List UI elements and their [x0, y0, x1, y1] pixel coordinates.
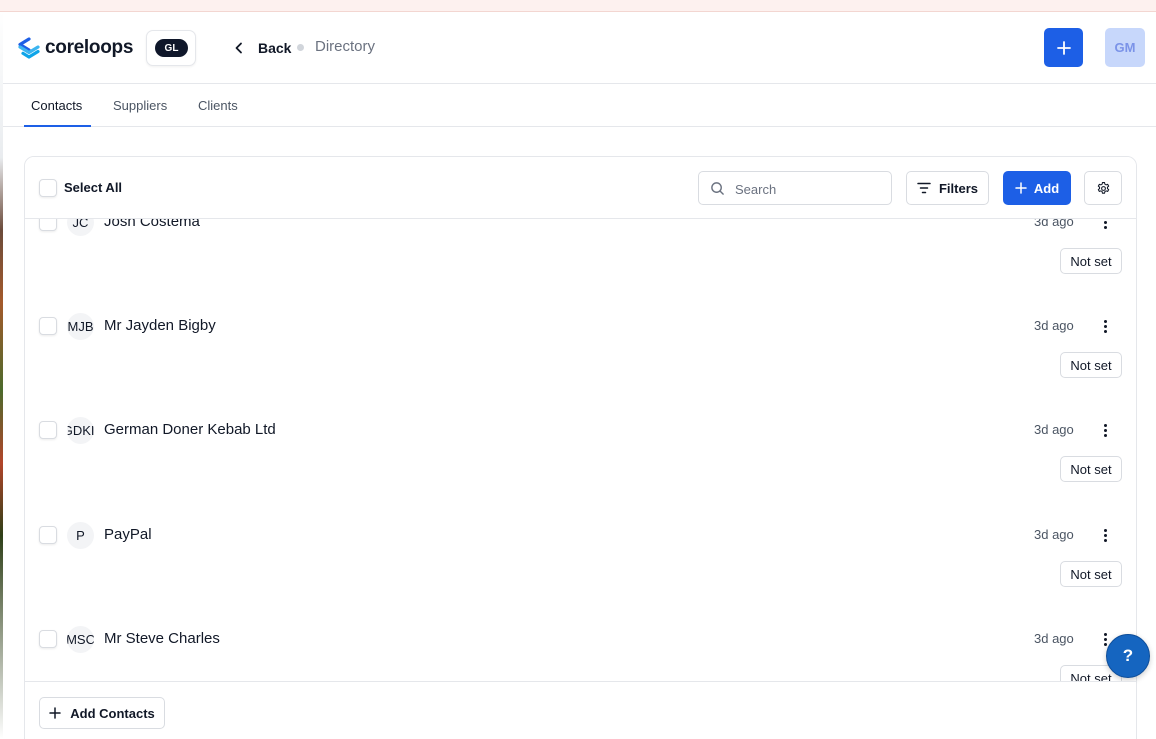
tab-suppliers[interactable]: Suppliers [113, 98, 167, 113]
contact-initials-avatar: MJB [67, 313, 94, 340]
directory-tabs: Contacts Suppliers Clients [3, 84, 1156, 127]
add-button[interactable]: Add [1003, 171, 1071, 205]
search-input[interactable] [735, 180, 885, 198]
select-all-checkbox[interactable] [39, 179, 57, 197]
top-notification-strip [0, 0, 1156, 12]
plus-icon [1015, 182, 1027, 194]
tab-clients[interactable]: Clients [198, 98, 238, 113]
page-title: Directory [315, 38, 376, 55]
select-all-label: Select All [64, 180, 123, 195]
back-button[interactable]: Back [231, 38, 291, 58]
contact-updated-time: 3d ago [1034, 422, 1074, 437]
kebab-menu-icon[interactable] [1098, 419, 1112, 441]
logo[interactable]: coreloops [17, 36, 133, 60]
add-contacts-label: Add Contacts [70, 705, 155, 721]
org-initials-badge: GL [155, 39, 188, 57]
organization-switcher[interactable]: GL [146, 30, 196, 66]
search-box [698, 171, 892, 205]
row-checkbox[interactable] [39, 317, 57, 335]
breadcrumb-separator [297, 44, 304, 51]
filters-label: Filters [938, 180, 978, 196]
filters-button[interactable]: Filters [906, 171, 989, 205]
row-checkbox[interactable] [39, 630, 57, 648]
contact-name[interactable]: Mr Jayden Bigby [104, 317, 216, 334]
contact-row[interactable]: MJB Mr Jayden Bigby 3d ago Not set [25, 313, 1136, 421]
contact-name[interactable]: Mr Steve Charles [104, 630, 220, 647]
coreloops-logo-icon [18, 37, 40, 59]
create-new-button[interactable] [1044, 28, 1083, 67]
contact-updated-time: 3d ago [1034, 318, 1074, 333]
plus-icon [1056, 40, 1071, 55]
app-header: coreloops GL Back Directory GM [3, 12, 1156, 84]
kebab-menu-icon[interactable] [1098, 315, 1112, 337]
contact-row[interactable]: MSC Mr Steve Charles 3d ago Not set [25, 626, 1136, 681]
kebab-menu-icon[interactable] [1098, 524, 1112, 546]
logo-text: coreloops [45, 37, 134, 58]
contact-initials-avatar: MSC [67, 626, 94, 653]
status-badge[interactable]: Not set [1060, 248, 1122, 274]
contacts-list: JC Josh Costema 3d ago Not set MJB Mr Ja… [25, 157, 1136, 681]
contact-row[interactable]: GDKL German Doner Kebab Ltd 3d ago Not s… [25, 417, 1136, 525]
contact-initials-avatar: GDKL [67, 417, 94, 444]
row-checkbox[interactable] [39, 526, 57, 544]
contact-updated-time: 3d ago [1034, 631, 1074, 646]
row-checkbox[interactable] [39, 421, 57, 439]
settings-button[interactable] [1084, 171, 1122, 205]
user-avatar[interactable]: GM [1105, 28, 1145, 67]
status-badge[interactable]: Not set [1060, 456, 1122, 482]
search-icon [711, 182, 724, 195]
contact-initials-avatar: P [67, 522, 94, 549]
active-tab-indicator [24, 125, 91, 127]
status-badge[interactable]: Not set [1060, 561, 1122, 587]
help-button[interactable]: ? [1106, 634, 1150, 678]
add-label: Add [1033, 180, 1060, 196]
filter-icon [917, 182, 931, 194]
contact-name[interactable]: German Doner Kebab Ltd [104, 421, 276, 438]
add-contacts-button[interactable]: Add Contacts [39, 697, 165, 729]
contacts-toolbar: Select All Filters Add [25, 157, 1136, 219]
chevron-left-icon [235, 42, 242, 54]
gear-icon [1097, 181, 1109, 194]
status-badge[interactable]: Not set [1060, 352, 1122, 378]
contacts-card: Select All Filters Add [24, 156, 1137, 739]
contact-row[interactable]: JC Josh Costema 3d ago Not set [25, 209, 1136, 317]
contact-updated-time: 3d ago [1034, 527, 1074, 542]
contacts-footer: Add Contacts [25, 681, 1136, 739]
back-label: Back [258, 40, 292, 56]
plus-icon [49, 707, 61, 719]
contact-row[interactable]: P PayPal 3d ago Not set [25, 522, 1136, 630]
tab-contacts[interactable]: Contacts [31, 98, 82, 113]
contact-name[interactable]: PayPal [104, 526, 152, 543]
